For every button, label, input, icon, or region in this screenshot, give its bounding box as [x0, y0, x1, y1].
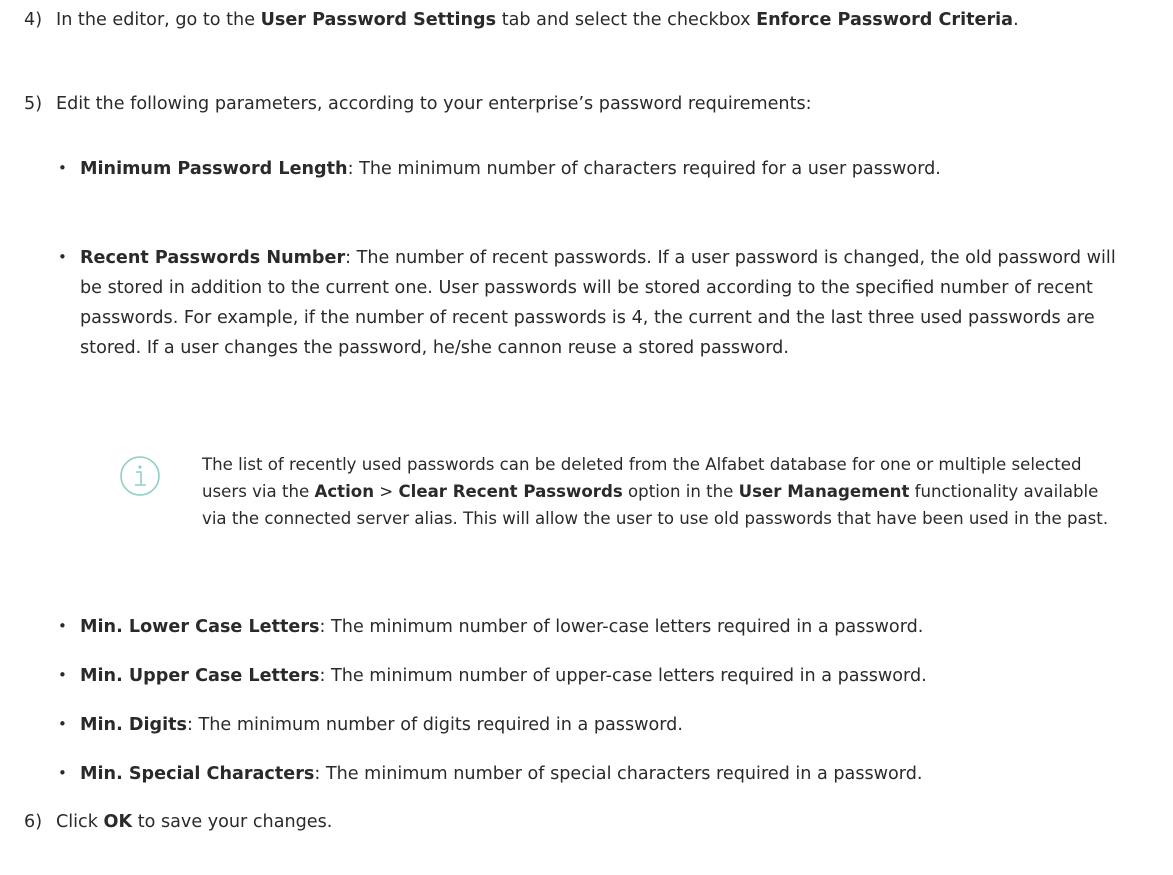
step-number: 5)	[24, 94, 43, 114]
param-name: Min. Upper Case Letters	[80, 666, 320, 686]
param-desc: : The minimum number of characters requi…	[347, 159, 941, 179]
param-name: Min. Lower Case Letters	[80, 617, 320, 637]
param-desc: : The minimum number of digits required …	[187, 715, 683, 735]
bullet-icon: •	[58, 666, 67, 684]
menu-action: Action	[314, 482, 375, 501]
step-text: Click OK to save your changes.	[56, 812, 333, 832]
param-desc: : The minimum number of special characte…	[314, 764, 923, 784]
bullet-icon: •	[58, 715, 67, 733]
step-text: Edit the following parameters, according…	[56, 94, 812, 114]
note-text: The list of recently used passwords can …	[202, 455, 1109, 528]
bullet-icon: •	[58, 159, 67, 177]
param-desc: : The minimum number of lower-case lette…	[319, 617, 924, 637]
bullet-icon: •	[58, 617, 67, 635]
ok-label: OK	[103, 812, 133, 832]
step-number: 4)	[24, 10, 43, 30]
document-page: 4) In the editor, go to the User Passwor…	[0, 0, 1173, 875]
info-icon	[120, 456, 160, 496]
param-name: Min. Special Characters	[80, 764, 315, 784]
checkbox-name: Enforce Password Criteria	[756, 10, 1014, 30]
param-name: Minimum Password Length	[80, 159, 348, 179]
bullet-icon: •	[58, 764, 67, 782]
functionality-name: User Management	[738, 482, 910, 501]
tab-name: User Password Settings	[260, 10, 497, 30]
bullet-icon: •	[58, 248, 67, 266]
step-text: In the editor, go to the User Password S…	[56, 10, 1019, 30]
param-desc: : The minimum number of upper-case lette…	[319, 666, 927, 686]
menu-option: Clear Recent Passwords	[398, 482, 623, 501]
param-name: Recent Passwords Number	[80, 248, 346, 268]
step-number: 6)	[24, 812, 43, 832]
param-name: Min. Digits	[80, 715, 188, 735]
info-note: The list of recently used passwords can …	[119, 451, 1119, 571]
